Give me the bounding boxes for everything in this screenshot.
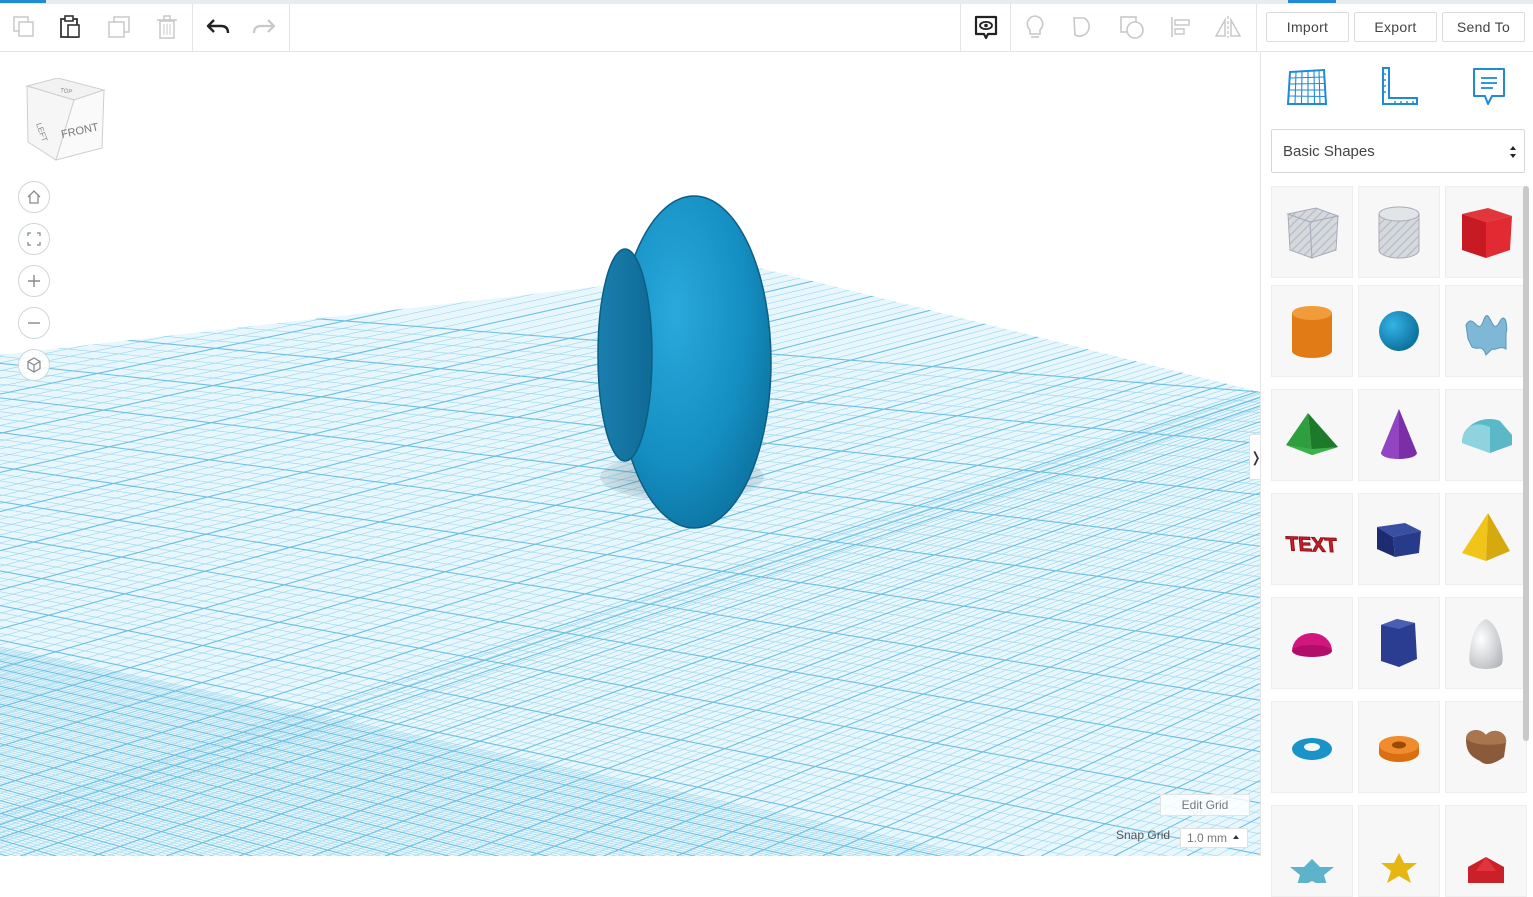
workplane-grid-icon[interactable] bbox=[1282, 62, 1332, 112]
copy-icon[interactable] bbox=[2, 4, 46, 50]
send-to-button[interactable]: Send To bbox=[1442, 12, 1525, 42]
shape-box-hole[interactable] bbox=[1271, 186, 1353, 278]
shape-pyramid[interactable] bbox=[1445, 493, 1527, 585]
view-cube[interactable]: TOP LEFT FRONT bbox=[22, 77, 108, 164]
duplicate-icon[interactable] bbox=[97, 4, 141, 50]
ortho-view-icon[interactable] bbox=[18, 349, 50, 381]
group-icon[interactable] bbox=[1062, 4, 1106, 50]
mirror-icon[interactable] bbox=[1206, 4, 1250, 50]
paste-icon[interactable] bbox=[48, 4, 92, 50]
snap-grid-label: Snap Grid bbox=[1116, 828, 1171, 842]
snap-grid-select[interactable]: 1.0 mm bbox=[1180, 828, 1248, 848]
zoom-out-icon[interactable] bbox=[18, 307, 50, 339]
shape-tube[interactable] bbox=[1358, 701, 1440, 793]
ungroup-icon[interactable] bbox=[1110, 4, 1154, 50]
shape-half-cylinder-wedge[interactable] bbox=[1358, 493, 1440, 585]
zoom-in-icon[interactable] bbox=[18, 265, 50, 297]
caret-up-icon bbox=[1233, 835, 1239, 839]
show-notes-icon[interactable] bbox=[964, 4, 1008, 50]
delete-icon[interactable] bbox=[145, 4, 189, 50]
undo-icon[interactable] bbox=[196, 4, 240, 50]
text-shape-glyphs: TEXT bbox=[1285, 533, 1339, 557]
shape-category-select[interactable]: Basic Shapes bbox=[1271, 129, 1525, 173]
shape-cone[interactable] bbox=[1358, 389, 1440, 481]
shape-half-sphere[interactable] bbox=[1271, 597, 1353, 689]
workplane-grid bbox=[0, 195, 1260, 856]
shape-heart[interactable] bbox=[1445, 701, 1527, 793]
shape-sphere[interactable] bbox=[1358, 285, 1440, 377]
workplane-viewport[interactable]: TOP LEFT FRONT bbox=[0, 52, 1260, 856]
shape-star-gold[interactable] bbox=[1358, 805, 1440, 897]
notes-icon[interactable] bbox=[1464, 62, 1514, 112]
shape-cylinder-hole[interactable] bbox=[1358, 186, 1440, 278]
import-button[interactable]: Import bbox=[1266, 12, 1349, 42]
shape-box[interactable] bbox=[1445, 186, 1527, 278]
shape-round-roof[interactable] bbox=[1445, 389, 1527, 481]
shape-icosahedron[interactable] bbox=[1445, 805, 1527, 897]
main-toolbar: Import Export Send To bbox=[0, 4, 1533, 52]
shape-scribble[interactable] bbox=[1445, 285, 1527, 377]
shape-star[interactable] bbox=[1271, 805, 1353, 897]
shape-torus[interactable] bbox=[1271, 701, 1353, 793]
align-icon[interactable] bbox=[1159, 4, 1203, 50]
export-button[interactable]: Export bbox=[1354, 12, 1437, 42]
disc-shape[interactable] bbox=[597, 248, 653, 462]
updown-arrows-icon bbox=[1510, 146, 1516, 158]
fit-view-icon[interactable] bbox=[18, 223, 50, 255]
shape-category-label: Basic Shapes bbox=[1283, 142, 1375, 160]
shape-paraboloid[interactable] bbox=[1445, 597, 1527, 689]
ruler-icon[interactable] bbox=[1373, 62, 1423, 112]
home-view-icon[interactable] bbox=[18, 181, 50, 213]
shape-roof[interactable] bbox=[1271, 389, 1353, 481]
shape-text[interactable]: TEXT bbox=[1271, 493, 1353, 585]
panel-scrollbar[interactable] bbox=[1523, 186, 1529, 741]
shape-polygon[interactable] bbox=[1358, 597, 1440, 689]
redo-icon[interactable] bbox=[242, 4, 286, 50]
snap-grid-value: 1.0 mm bbox=[1187, 831, 1228, 845]
shape-cylinder[interactable] bbox=[1271, 285, 1353, 377]
lightbulb-icon[interactable] bbox=[1013, 4, 1057, 50]
edit-grid-button[interactable]: Edit Grid bbox=[1160, 794, 1250, 816]
shapes-panel: Basic Shapes TEXT bbox=[1260, 52, 1533, 897]
